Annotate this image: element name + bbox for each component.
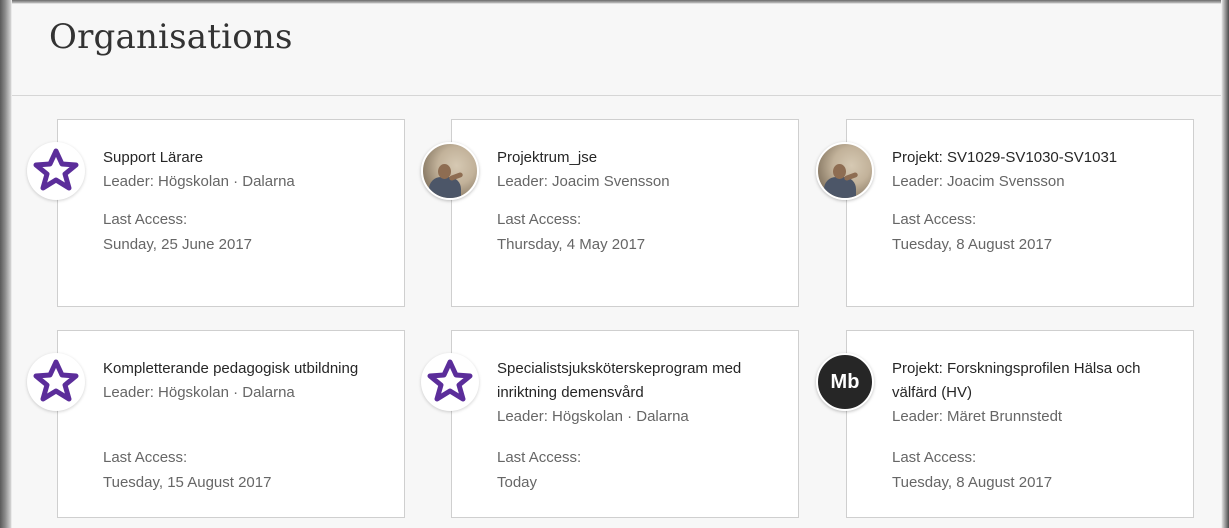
organisation-title[interactable]: Projektrum_jse: [497, 146, 789, 170]
organisation-leader: Leader: Joacim Svensson: [497, 173, 670, 190]
organisation-leader: Leader: Högskolan · Dalarna: [497, 408, 689, 425]
user-photo-avatar: [421, 142, 479, 200]
organisation-title[interactable]: Projekt: SV1029-SV1030-SV1031: [892, 146, 1184, 170]
last-access-label: Last Access:: [892, 449, 977, 466]
organisation-leader: Leader: Joacim Svensson: [892, 173, 1065, 190]
last-access-label: Last Access:: [103, 211, 188, 228]
organisation-card[interactable]: Projektrum_jse Leader: Joacim Svensson L…: [421, 119, 799, 307]
organisation-leader: Leader: Högskolan · Dalarna: [103, 384, 295, 401]
page-title: Organisations: [49, 17, 293, 57]
organisation-card[interactable]: Mb Projekt: Forskningsprofilen Hälsa och…: [816, 330, 1194, 518]
last-access-label: Last Access:: [497, 211, 582, 228]
organisation-leader: Leader: Högskolan · Dalarna: [103, 173, 295, 190]
last-access-date: Tuesday, 8 August 2017: [892, 236, 1053, 253]
organisation-leader: Leader: Märet Brunnstedt: [892, 408, 1063, 425]
last-access-date: Today: [497, 474, 538, 491]
star-icon: [421, 353, 479, 411]
user-initials-avatar: Mb: [816, 353, 874, 411]
user-photo-avatar: [816, 142, 874, 200]
last-access-label: Last Access:: [497, 449, 582, 466]
star-icon: [27, 142, 85, 200]
organisation-title[interactable]: Specialistsjuksköterskeprogram med inrik…: [497, 357, 789, 405]
last-access-label: Last Access:: [892, 211, 977, 228]
organisation-card[interactable]: Kompletterande pedagogisk utbildning Lea…: [27, 330, 405, 518]
window-border-right: [1221, 0, 1229, 528]
star-icon: [27, 353, 85, 411]
last-access-date: Sunday, 25 June 2017: [103, 236, 253, 253]
organisation-card[interactable]: Specialistsjuksköterskeprogram med inrik…: [421, 330, 799, 518]
last-access-date: Tuesday, 8 August 2017: [892, 474, 1053, 491]
organisation-title[interactable]: Support Lärare: [103, 146, 395, 170]
last-access-date: Tuesday, 15 August 2017: [103, 474, 272, 491]
organisation-title[interactable]: Kompletterande pedagogisk utbildning: [103, 357, 395, 381]
last-access-date: Thursday, 4 May 2017: [497, 236, 646, 253]
page-header: Organisations: [12, 4, 1221, 96]
window-frame: Organisations Support Lärare Leader: Hög…: [0, 0, 1229, 528]
organisation-card[interactable]: Projekt: SV1029-SV1030-SV1031 Leader: Jo…: [816, 119, 1194, 307]
organisation-title[interactable]: Projekt: Forskningsprofilen Hälsa och vä…: [892, 357, 1184, 405]
organisation-card[interactable]: Support Lärare Leader: Högskolan · Dalar…: [27, 119, 405, 307]
organisations-grid: Support Lärare Leader: Högskolan · Dalar…: [12, 96, 1221, 528]
window-border-left: [0, 0, 12, 528]
last-access-label: Last Access:: [103, 449, 188, 466]
